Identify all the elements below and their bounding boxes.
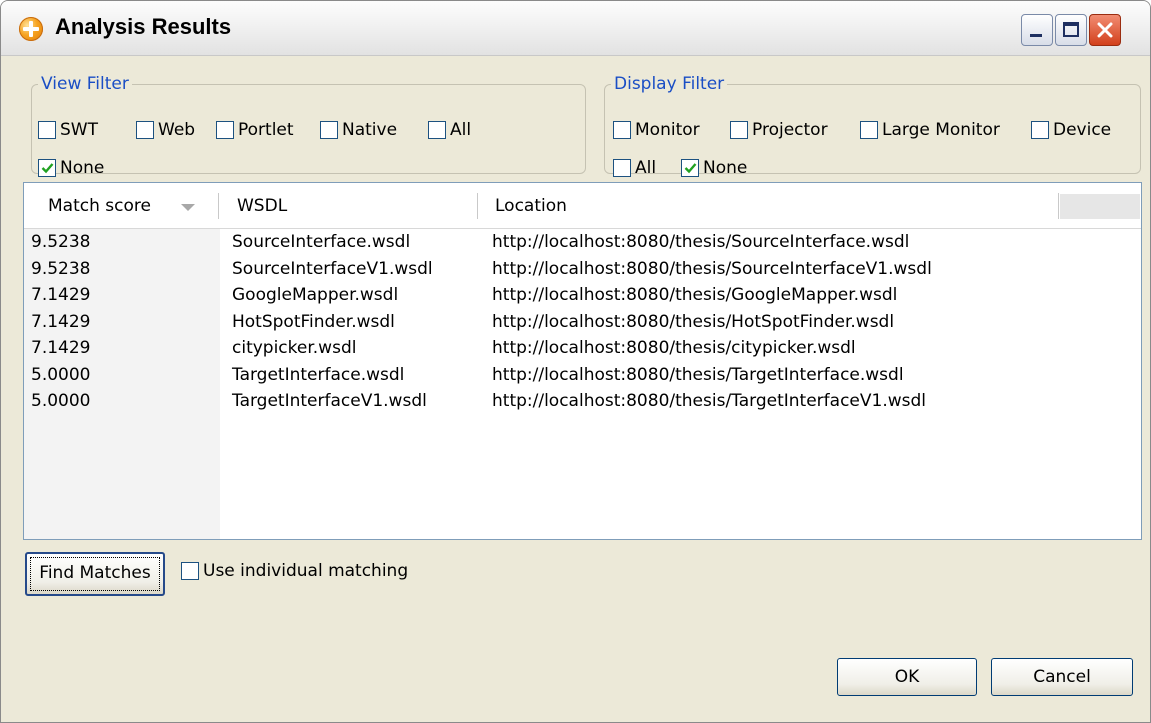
location-cell: http://localhost:8080/thesis/SourceInter… [492, 232, 910, 252]
match-score-cell: 9.5238 [31, 232, 91, 252]
column-header-match-score[interactable]: Match score [48, 194, 151, 218]
checkbox-box[interactable] [320, 121, 338, 139]
checkbox-label: Device [1053, 120, 1112, 140]
table-row[interactable]: 5.0000 TargetInterfaceV1.wsdl http://loc… [24, 388, 1141, 415]
checkbox-label: Use individual matching [203, 561, 409, 581]
wsdl-cell: citypicker.wsdl [232, 338, 357, 358]
view-filter-portlet-checkbox[interactable]: Portlet [216, 119, 294, 141]
checkbox-box[interactable] [730, 121, 748, 139]
match-score-cell: 7.1429 [31, 311, 91, 332]
use-individual-matching-checkbox[interactable]: Use individual matching [181, 560, 408, 582]
location-cell: http://localhost:8080/thesis/HotSpotFind… [492, 311, 895, 332]
display-filter-none-checkbox[interactable]: None [681, 157, 747, 179]
display-filter-legend: Display Filter [614, 74, 725, 94]
cancel-button[interactable]: Cancel [991, 658, 1133, 696]
location-cell: http://localhost:8080/thesis/SourceInter… [492, 258, 932, 279]
match-score-cell: 5.0000 [31, 364, 91, 385]
location-cell: http://localhost:8080/thesis/TargetInter… [492, 391, 926, 411]
checkmark-icon [41, 163, 54, 174]
display-filter-projector-checkbox[interactable]: Projector [730, 119, 828, 141]
results-table[interactable]: Match score WSDL Location 9.5238 SourceI… [23, 182, 1142, 540]
wsdl-cell: SourceInterfaceV1.wsdl [232, 258, 433, 279]
view-filter-group: View Filter SWT Web Portlet Native All N… [31, 74, 586, 178]
checkbox-box-checked[interactable] [38, 159, 56, 177]
analysis-results-dialog: Analysis Results View Filter SWT Web Por… [0, 0, 1151, 723]
checkbox-box[interactable] [860, 121, 878, 139]
view-filter-all-checkbox[interactable]: All [428, 119, 471, 141]
location-cell: http://localhost:8080/thesis/GoogleMappe… [492, 285, 898, 305]
checkbox-label: Web [158, 120, 196, 140]
checkbox-label: Portlet [238, 120, 294, 140]
maximize-icon[interactable] [1055, 14, 1087, 46]
checkbox-box[interactable] [428, 121, 446, 139]
checkbox-box[interactable] [181, 562, 199, 580]
wsdl-cell: GoogleMapper.wsdl [232, 285, 399, 305]
table-row[interactable]: 7.1429 HotSpotFinder.wsdl http://localho… [24, 309, 1141, 336]
table-row[interactable]: 9.5238 SourceInterface.wsdl http://local… [24, 229, 1141, 256]
header-filler [1060, 194, 1140, 219]
window-title: Analysis Results [55, 14, 232, 39]
checkbox-box[interactable] [216, 121, 234, 139]
checkbox-label: Monitor [635, 120, 700, 140]
checkbox-label: All [635, 158, 657, 178]
checkbox-box[interactable] [613, 121, 631, 139]
table-body: 9.5238 SourceInterface.wsdl http://local… [24, 229, 1141, 415]
checkbox-box-checked[interactable] [681, 159, 699, 177]
wsdl-cell: HotSpotFinder.wsdl [232, 311, 395, 332]
table-header: Match score WSDL Location [24, 183, 1141, 229]
checkbox-label: Large Monitor [882, 120, 1000, 140]
checkbox-box[interactable] [613, 159, 631, 177]
display-filter-group: Display Filter Monitor Projector Large M… [604, 74, 1141, 178]
close-icon[interactable] [1089, 14, 1121, 46]
location-cell: http://localhost:8080/thesis/citypicker.… [492, 338, 856, 358]
column-divider[interactable] [218, 193, 219, 219]
checkbox-label: None [60, 158, 105, 178]
column-divider[interactable] [477, 193, 478, 219]
match-score-cell: 5.0000 [31, 391, 91, 411]
view-filter-swt-checkbox[interactable]: SWT [38, 119, 98, 141]
checkbox-label: None [703, 158, 748, 178]
location-cell: http://localhost:8080/thesis/TargetInter… [492, 364, 904, 385]
column-header-location[interactable]: Location [495, 194, 567, 218]
display-filter-device-checkbox[interactable]: Device [1031, 119, 1111, 141]
display-filter-large-monitor-checkbox[interactable]: Large Monitor [860, 119, 1000, 141]
ok-button[interactable]: OK [837, 658, 977, 696]
wsdl-cell: TargetInterfaceV1.wsdl [232, 391, 427, 411]
checkbox-label: All [450, 120, 472, 140]
checkbox-label: Projector [752, 120, 828, 140]
match-score-cell: 7.1429 [31, 285, 91, 305]
checkmark-icon [684, 163, 697, 174]
checkbox-label: Native [342, 120, 398, 140]
table-row[interactable]: 9.5238 SourceInterfaceV1.wsdl http://loc… [24, 256, 1141, 283]
column-divider[interactable] [1058, 193, 1059, 219]
checkbox-label: SWT [60, 120, 98, 140]
checkbox-box[interactable] [136, 121, 154, 139]
match-score-cell: 7.1429 [31, 338, 91, 358]
wsdl-cell: TargetInterface.wsdl [232, 364, 405, 385]
table-row[interactable]: 7.1429 GoogleMapper.wsdl http://localhos… [24, 282, 1141, 309]
display-filter-all-checkbox[interactable]: All [613, 157, 656, 179]
checkbox-box[interactable] [38, 121, 56, 139]
minimize-icon[interactable] [1021, 14, 1053, 46]
column-header-wsdl[interactable]: WSDL [237, 194, 287, 218]
find-matches-button[interactable]: Find Matches [25, 552, 165, 596]
match-score-cell: 9.5238 [31, 258, 91, 279]
table-row[interactable]: 7.1429 citypicker.wsdl http://localhost:… [24, 335, 1141, 362]
checkbox-box[interactable] [1031, 121, 1049, 139]
app-icon [19, 17, 43, 41]
table-row[interactable]: 5.0000 TargetInterface.wsdl http://local… [24, 362, 1141, 389]
sort-descending-icon[interactable] [181, 204, 195, 211]
display-filter-monitor-checkbox[interactable]: Monitor [613, 119, 700, 141]
wsdl-cell: SourceInterface.wsdl [232, 232, 411, 252]
view-filter-native-checkbox[interactable]: Native [320, 119, 397, 141]
view-filter-web-checkbox[interactable]: Web [136, 119, 195, 141]
title-bar[interactable]: Analysis Results [1, 1, 1150, 56]
view-filter-none-checkbox[interactable]: None [38, 157, 104, 179]
view-filter-legend: View Filter [41, 74, 129, 94]
